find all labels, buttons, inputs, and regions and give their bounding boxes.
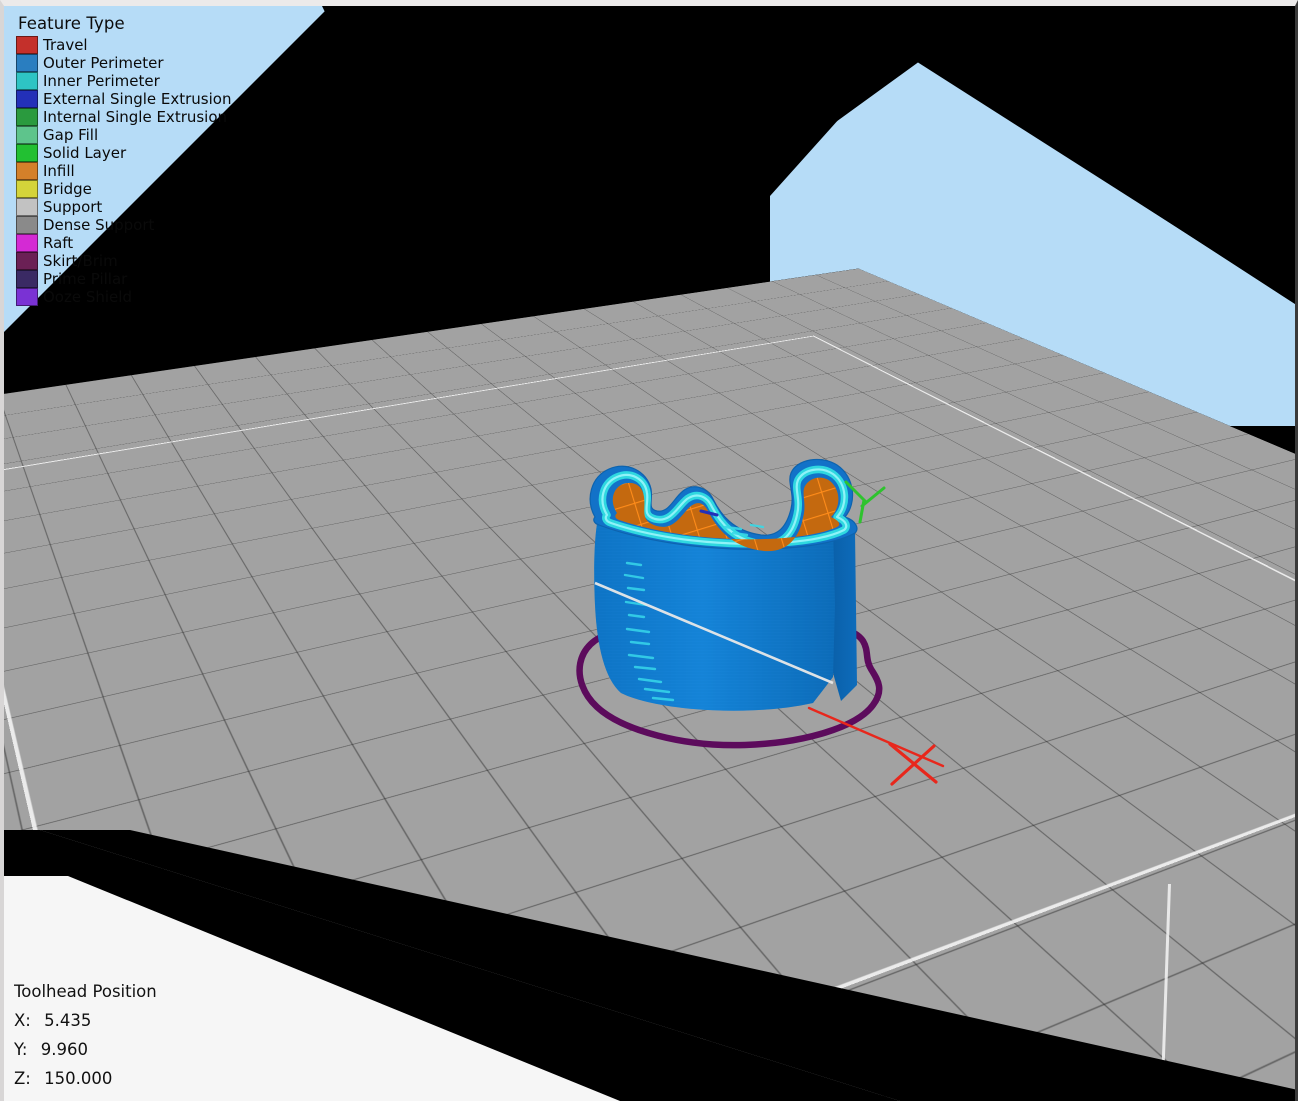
legend-color-swatch xyxy=(16,162,38,180)
legend-color-swatch xyxy=(16,90,38,108)
legend-color-swatch xyxy=(16,126,38,144)
legend-item-label: Support xyxy=(43,198,103,216)
legend-color-swatch xyxy=(16,252,38,270)
legend-list: Travel Outer Perimeter Inner Perimeter Exte… xyxy=(16,36,231,306)
legend-color-swatch xyxy=(16,198,38,216)
toolhead-x-label: X: xyxy=(14,1011,31,1030)
legend-color-swatch xyxy=(16,36,38,54)
legend-color-swatch xyxy=(16,180,38,198)
legend-title: Feature Type xyxy=(18,14,125,33)
toolhead-z-row: Z: 150.000 xyxy=(14,1064,314,1093)
legend-item[interactable]: Outer Perimeter xyxy=(16,54,231,72)
toolhead-title: Toolhead Position xyxy=(14,982,156,1001)
legend-item[interactable]: Skirt/Brim xyxy=(16,252,231,270)
toolhead-z-value: 150.000 xyxy=(44,1069,113,1088)
legend-item[interactable]: Raft xyxy=(16,234,231,252)
3d-viewport[interactable]: Feature Type Travel Outer Perimeter Inner … xyxy=(4,6,1295,1101)
legend-item-label: Skirt/Brim xyxy=(43,252,118,270)
legend-color-swatch xyxy=(16,144,38,162)
axis-x-marker xyxy=(880,730,950,792)
legend-item[interactable]: Inner Perimeter xyxy=(16,72,231,90)
legend-item[interactable]: Infill xyxy=(16,162,231,180)
legend-item[interactable]: Support xyxy=(16,198,231,216)
legend-item-label: Internal Single Extrusion xyxy=(43,108,228,126)
feature-type-legend: Feature Type Travel Outer Perimeter Inner … xyxy=(10,10,237,312)
legend-item-label: Gap Fill xyxy=(43,126,99,144)
legend-item[interactable]: Dense Support xyxy=(16,216,231,234)
legend-color-swatch xyxy=(16,216,38,234)
toolhead-position-readout: Toolhead Position X: 5.435 Y: 9.960 Z: 1… xyxy=(14,977,314,1093)
legend-color-swatch xyxy=(16,288,38,306)
legend-item[interactable]: Travel xyxy=(16,36,231,54)
legend-item-label: Inner Perimeter xyxy=(43,72,160,90)
toolhead-z-label: Z: xyxy=(14,1069,31,1088)
legend-item-label: Raft xyxy=(43,234,74,252)
toolhead-x-value: 5.435 xyxy=(44,1011,92,1030)
toolhead-y-value: 9.960 xyxy=(40,1040,88,1059)
toolhead-y-row: Y: 9.960 xyxy=(14,1035,314,1064)
toolhead-x-row: X: 5.435 xyxy=(14,1006,314,1035)
legend-color-swatch xyxy=(16,234,38,252)
gcode-preview-window: Feature Type Travel Outer Perimeter Inner … xyxy=(0,0,1298,1101)
toolhead-title-row: Toolhead Position xyxy=(14,977,314,1006)
legend-item-label: Ooze Shield xyxy=(43,288,132,306)
axis-y-marker xyxy=(840,478,890,528)
toolhead-y-label: Y: xyxy=(14,1040,28,1059)
legend-color-swatch xyxy=(16,72,38,90)
legend-item-label: Solid Layer xyxy=(43,144,127,162)
legend-item[interactable]: Gap Fill xyxy=(16,126,231,144)
legend-item-label: Dense Support xyxy=(43,216,155,234)
legend-item[interactable]: Ooze Shield xyxy=(16,288,231,306)
legend-item-label: Infill xyxy=(43,162,75,180)
legend-item-label: Travel xyxy=(43,36,88,54)
legend-item-label: Bridge xyxy=(43,180,92,198)
legend-item[interactable]: Solid Layer xyxy=(16,144,231,162)
legend-item[interactable]: Bridge xyxy=(16,180,231,198)
legend-color-swatch xyxy=(16,270,38,288)
legend-item-label: Prime Pillar xyxy=(43,270,128,288)
legend-item[interactable]: External Single Extrusion xyxy=(16,90,231,108)
legend-item-label: External Single Extrusion xyxy=(43,90,232,108)
legend-color-swatch xyxy=(16,108,38,126)
legend-item-label: Outer Perimeter xyxy=(43,54,164,72)
legend-item[interactable]: Prime Pillar xyxy=(16,270,231,288)
legend-item[interactable]: Internal Single Extrusion xyxy=(16,108,231,126)
legend-color-swatch xyxy=(16,54,38,72)
